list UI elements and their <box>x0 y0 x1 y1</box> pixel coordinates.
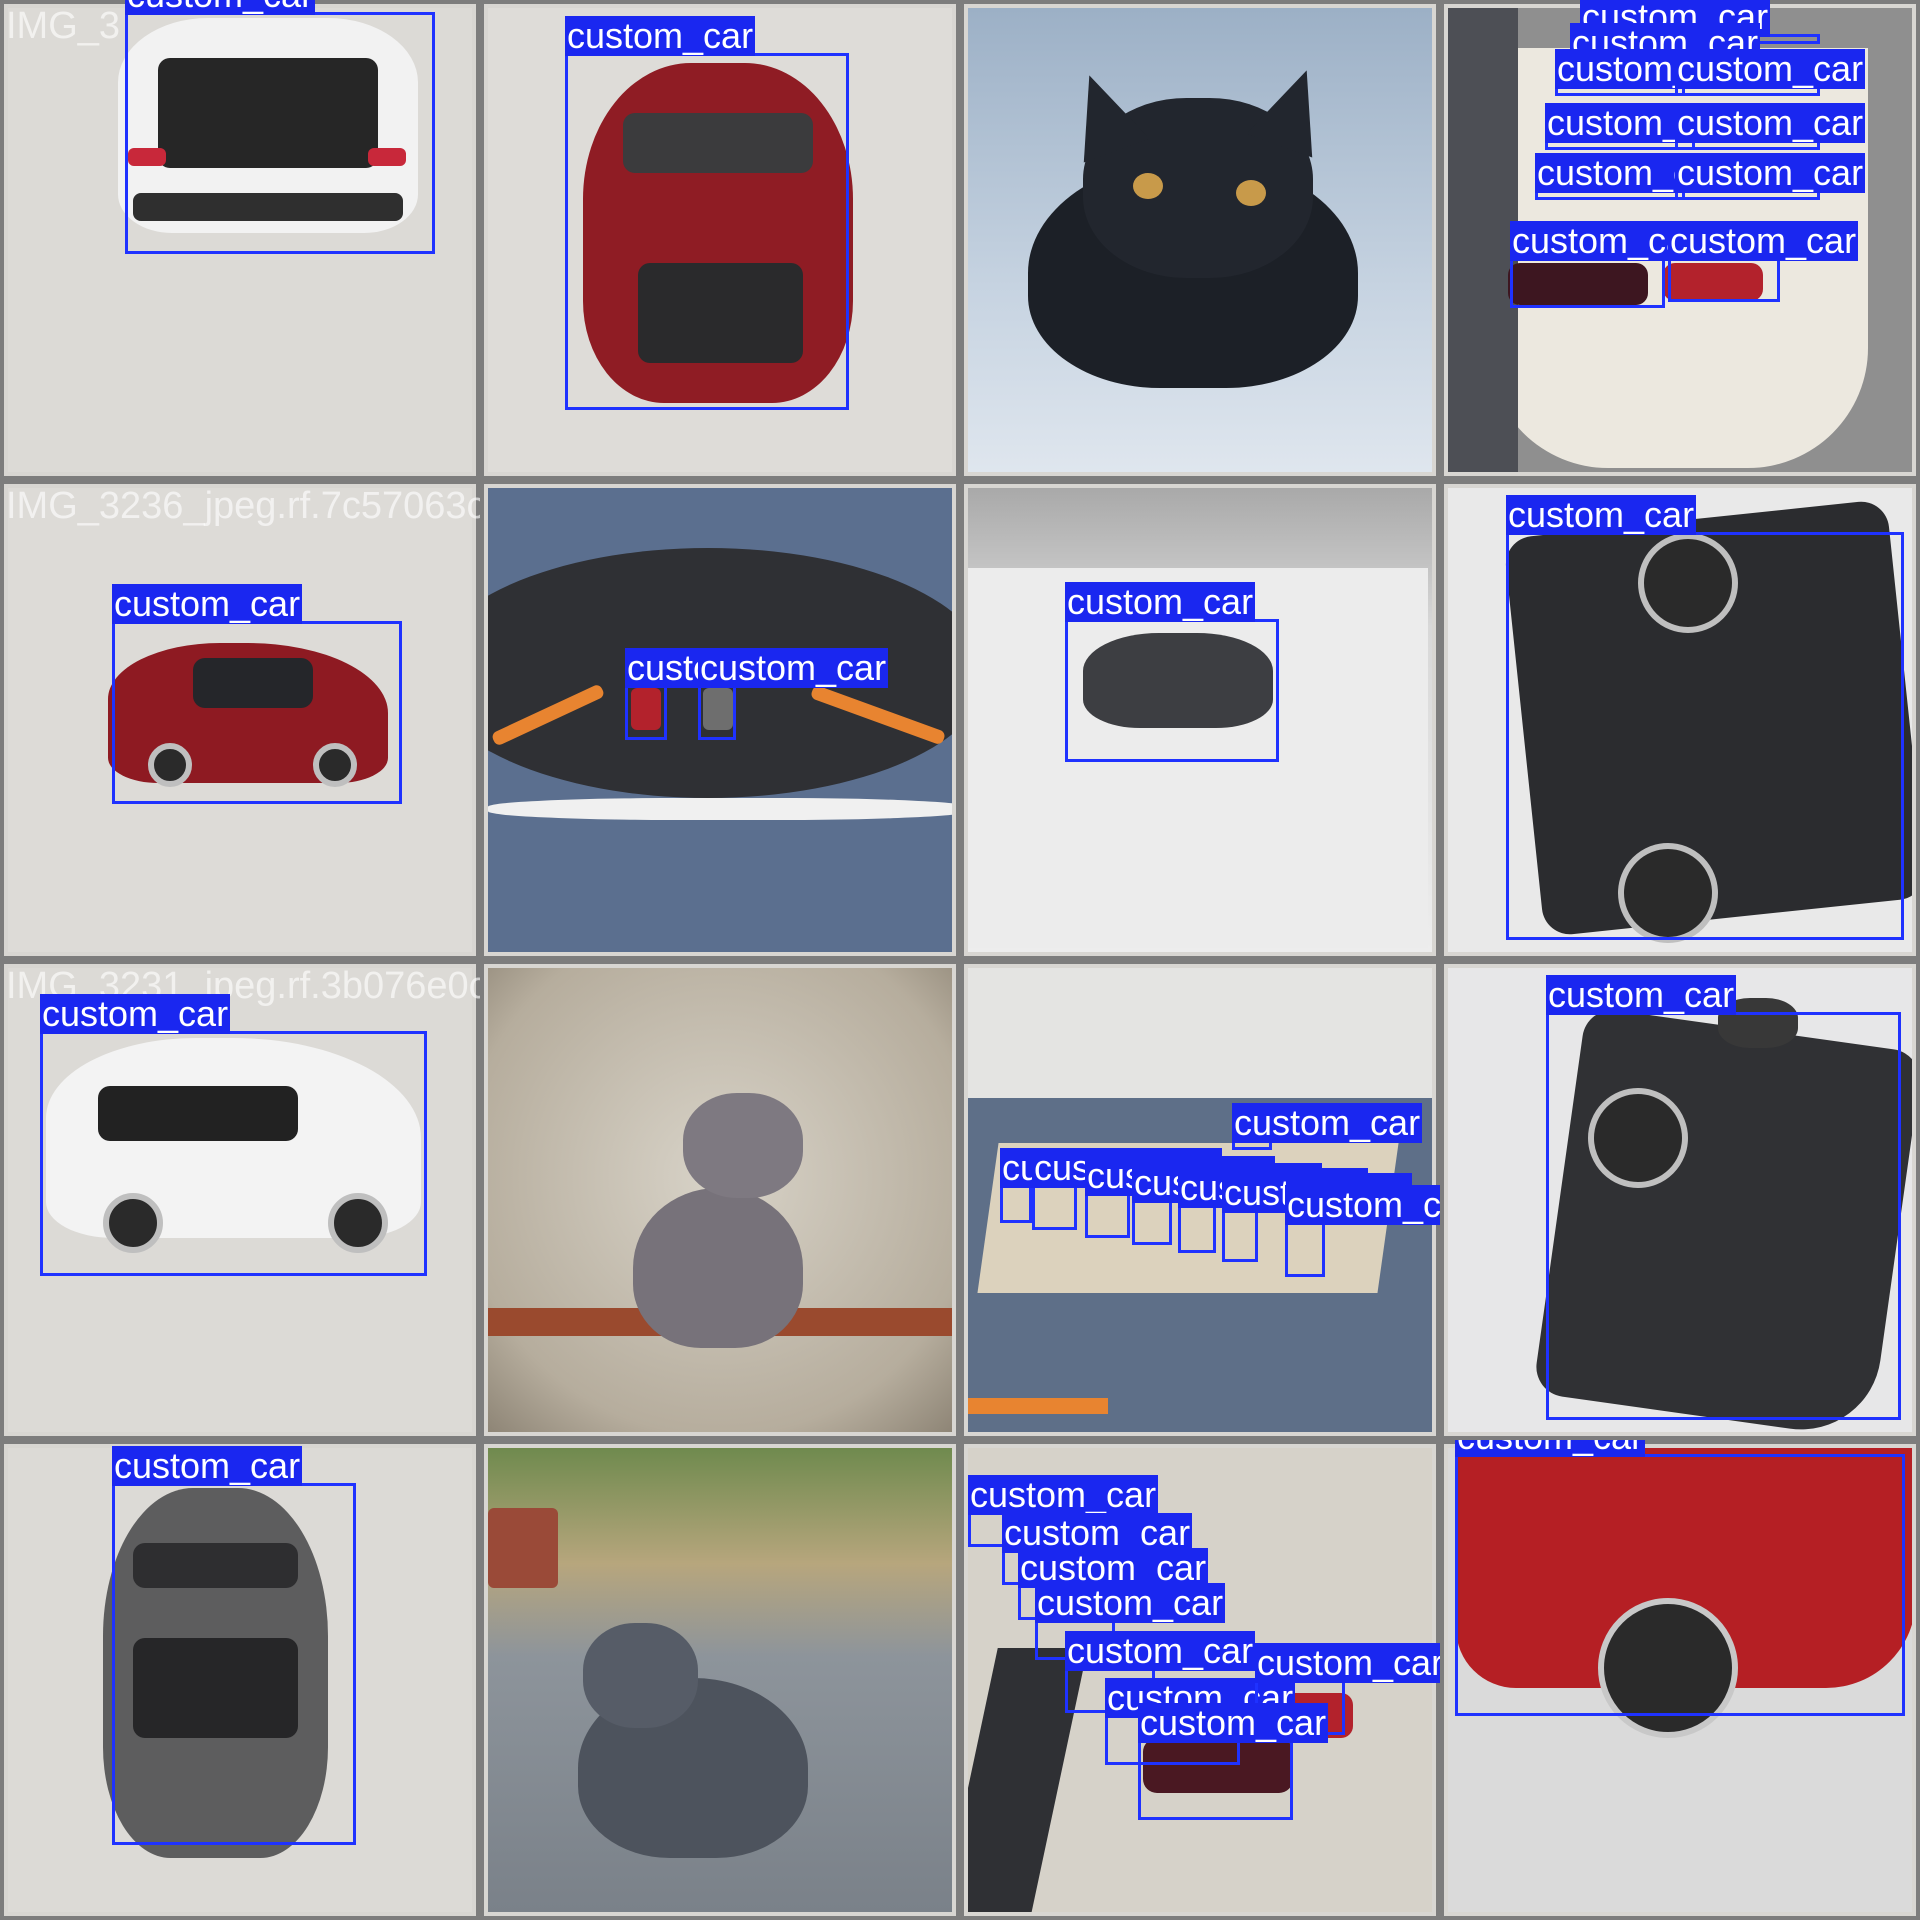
tile-red-coupe-top: custom_car <box>480 0 960 480</box>
tile-gray-cat-street <box>480 1440 960 1920</box>
detection-box: custom_car <box>565 16 849 410</box>
detection-box: custom_car <box>1455 1440 1905 1716</box>
gray-cat-head <box>583 1623 698 1728</box>
detection-box: custom_car <box>1506 495 1904 940</box>
detection-label: custom_car <box>1232 1102 1423 1143</box>
detection-box: custom_car <box>698 648 889 740</box>
detection-box: custom_car <box>40 994 427 1276</box>
detection-label: custom_car <box>1065 581 1256 622</box>
tile-red-car-closeup: custom_car <box>1440 1440 1920 1920</box>
tile-black-cat <box>960 0 1440 480</box>
tile-floor-many-cars: custom_car custom_car custom_car custom_… <box>960 1440 1440 1920</box>
detection-label: custom_car <box>1668 220 1859 261</box>
detection-box: custom_car <box>1232 1103 1423 1150</box>
detection-box: custom_car <box>625 648 816 740</box>
tile-white-suv-side: IMG_3231_jpeg.rf.3b076e0c custom_car <box>0 960 480 1440</box>
track-lane <box>1448 8 1518 472</box>
track-line-white <box>488 798 952 820</box>
detection-box: custom_car <box>112 1446 356 1845</box>
tile-track-many-cars: custom_car custom_car custom_car custom_… <box>1440 0 1920 480</box>
detection-box: custom_car <box>1675 103 1866 150</box>
tile-underside-car: custom_car <box>1440 480 1920 960</box>
flower-pot <box>488 1508 558 1588</box>
detection-box: custom_car <box>1065 582 1279 762</box>
detection-label: custom_car <box>1455 1440 1646 1457</box>
detection-box: custom_car <box>1675 49 1866 96</box>
detection-box: custom_car <box>1675 153 1866 200</box>
detection-label: custom_car <box>1065 1630 1256 1671</box>
tile-red-coupe-side: IMG_3236_jpeg.rf.7c57063c custom_car <box>0 480 480 960</box>
detection-label: custom_car <box>1506 494 1697 535</box>
detection-box: custom_car <box>1546 975 1901 1420</box>
orange-floor-line <box>968 1398 1108 1414</box>
detection-box: custom_car <box>125 0 435 254</box>
tile-gray-sedan-table: custom_car <box>960 480 1440 960</box>
detection-box: custom_car <box>1032 1148 1223 1230</box>
detection-label: custom_car <box>1255 1643 1440 1683</box>
detection-label: custom_car <box>1138 1702 1329 1743</box>
detection-box: custom_car <box>1000 1148 1191 1223</box>
detection-label: custom_car <box>1546 974 1737 1015</box>
detection-grid: IMG_3 custom_car custom_car custom_car c… <box>0 0 1920 1920</box>
scene-black-cat <box>968 8 1432 472</box>
detection-label: custom_car <box>968 1474 1159 1515</box>
tile-white-suv-rear: IMG_3 custom_car <box>0 0 480 480</box>
detection-box: custom_car <box>1178 1168 1369 1253</box>
detection-label: custom_car <box>1285 1185 1440 1225</box>
detection-label: custom_car <box>112 1445 303 1486</box>
office-wall <box>968 968 1432 1098</box>
scene-gray-cat-rail <box>488 968 952 1432</box>
tile-gray-sedan-top: custom_car <box>0 1440 480 1920</box>
detection-label: custom_car <box>40 993 231 1034</box>
detection-label: custom_car <box>1035 1582 1226 1623</box>
detection-box: custom_car <box>1222 1173 1413 1262</box>
detection-box: custom_car <box>1510 221 1701 308</box>
gray-cat-head <box>683 1093 803 1198</box>
detection-label: custom_car <box>112 583 303 624</box>
detection-label: custom_car <box>698 647 889 688</box>
tile-office-table-cars: custom_car custom_car custom_car custom_… <box>960 960 1440 1440</box>
detection-box: custom_car <box>112 584 402 804</box>
detection-box: custom_car <box>1545 103 1736 150</box>
detection-label: custom_car <box>1675 102 1866 143</box>
detection-box: custom_car <box>1285 1185 1440 1277</box>
detection-box: custom_car <box>1535 153 1726 200</box>
detection-label: custom_car <box>565 15 756 56</box>
cat-eye-left <box>1133 173 1163 199</box>
detection-box: custom_car <box>1555 49 1746 96</box>
detection-box: custom_car <box>1138 1703 1329 1820</box>
tile-overturned-car: custom_car <box>1440 960 1920 1440</box>
detection-label: custom_car <box>1675 152 1866 193</box>
detection-label: custom_car <box>1675 48 1866 89</box>
detection-label: custom_car <box>125 0 316 15</box>
detection-box: custom_car <box>1668 221 1859 302</box>
detection-box: custom_car <box>1132 1163 1323 1245</box>
gray-cat-body <box>633 1188 803 1348</box>
scene-gray-cat-street <box>488 1448 952 1912</box>
detection-box: custom_car <box>1085 1156 1276 1238</box>
tile-gray-cat-rail <box>480 960 960 1440</box>
tile-track-two-cars: custom_car custom_car <box>480 480 960 960</box>
cat-eye-right <box>1236 180 1266 206</box>
